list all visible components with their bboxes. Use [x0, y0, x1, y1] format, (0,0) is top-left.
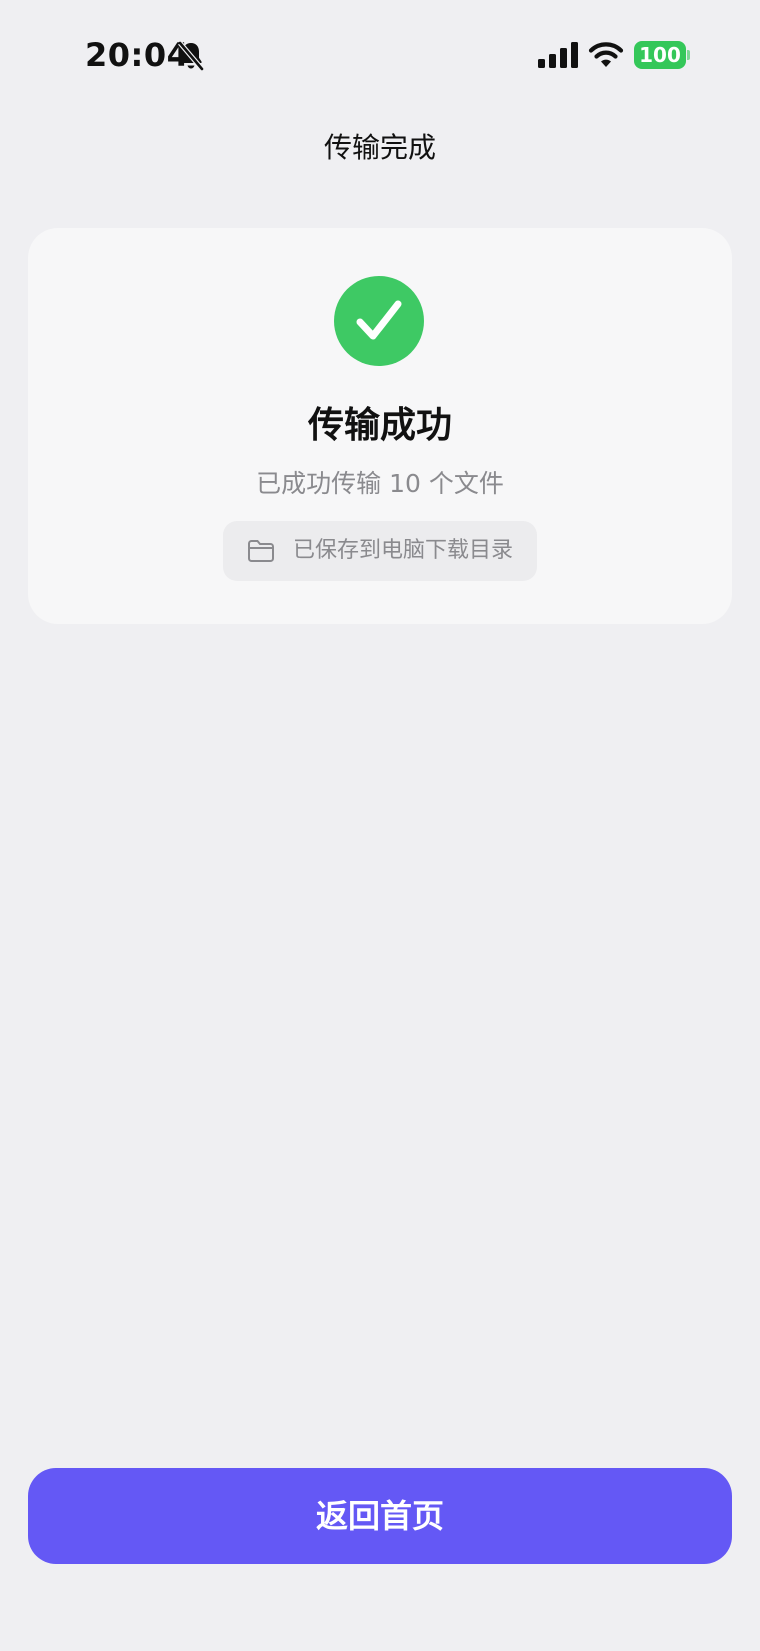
- status-bar: 20:04 100: [0, 0, 760, 110]
- check-circle-icon: [334, 276, 424, 366]
- bell-slash-icon: [178, 41, 204, 71]
- result-subtitle: 已成功传输 10 个文件: [256, 469, 504, 498]
- wifi-icon: [588, 42, 624, 67]
- battery-cap: [687, 50, 690, 60]
- cellular-signal-icon: [538, 42, 578, 68]
- status-time: 20:04: [85, 36, 190, 74]
- page-title: 传输完成: [323, 131, 436, 164]
- transfer-complete-screen: 20:04 100 传输完成 传输成功 已成功传输 10 个文件 已保存到电脑下…: [0, 0, 760, 1651]
- result-card: 传输成功 已成功传输 10 个文件 已保存到电脑下载目录: [28, 228, 732, 624]
- back-home-button[interactable]: 返回首页: [28, 1468, 732, 1564]
- battery-icon: 100: [634, 41, 690, 69]
- folder-icon: [248, 540, 274, 562]
- battery-level: 100: [634, 41, 686, 69]
- save-location-badge: 已保存到电脑下载目录: [223, 521, 537, 581]
- save-location-text: 已保存到电脑下载目录: [293, 538, 514, 563]
- result-title: 传输成功: [307, 405, 452, 446]
